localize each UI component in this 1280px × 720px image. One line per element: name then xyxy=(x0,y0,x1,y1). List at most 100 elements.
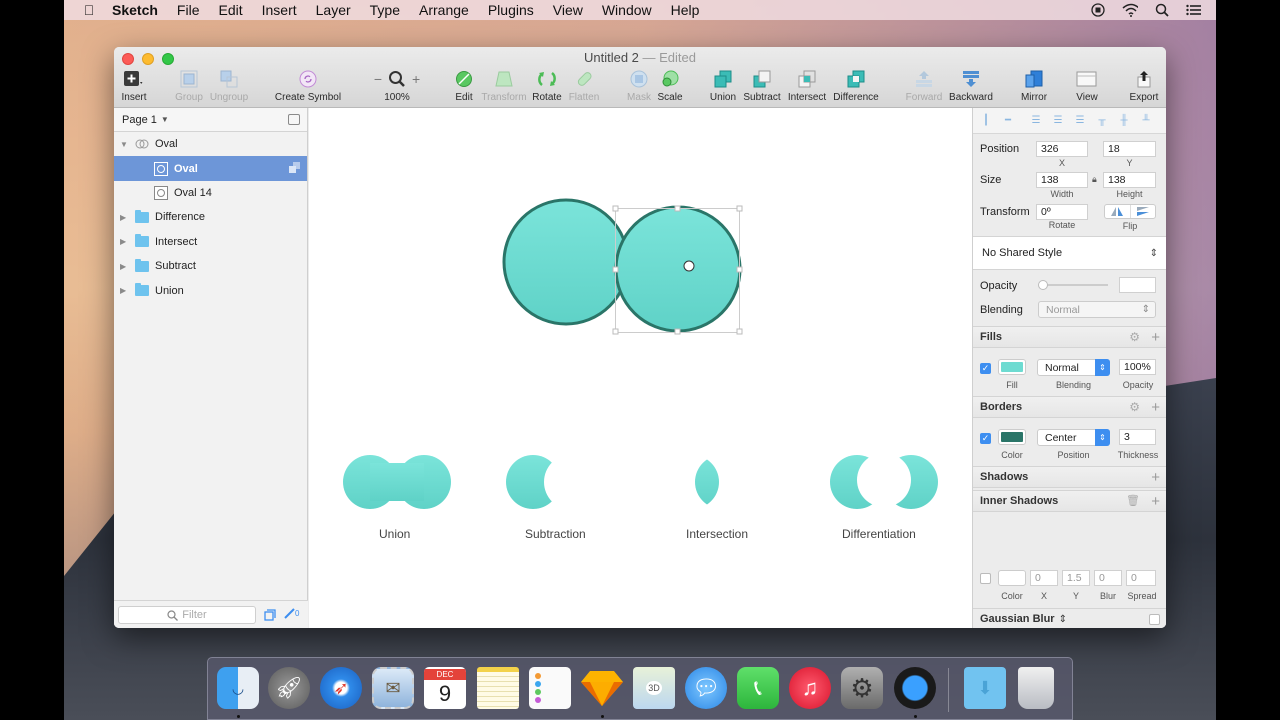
add-shadow-button[interactable]: + xyxy=(1151,469,1160,486)
fill-opacity-input[interactable]: 100% xyxy=(1119,359,1156,375)
position-x-input[interactable]: 326 xyxy=(1036,141,1088,157)
border-color-swatch[interactable] xyxy=(998,429,1026,445)
align-middle-vertical-icon[interactable]: ╫ xyxy=(1115,114,1133,128)
dock-launchpad-icon[interactable]: 🚀︎ xyxy=(268,667,310,709)
borders-settings-icon[interactable]: ⚙ xyxy=(1129,400,1140,414)
menu-window[interactable]: Window xyxy=(602,2,652,18)
zoom-out-button[interactable]: − xyxy=(374,71,382,87)
view-button[interactable]: View xyxy=(1057,69,1117,103)
dock-reminders-icon[interactable] xyxy=(529,667,571,709)
page-selector[interactable]: Page 1 ▼ xyxy=(114,108,307,132)
disclosure-collapsed-icon[interactable]: ▶ xyxy=(120,286,130,295)
align-left-icon[interactable]: ☰ xyxy=(1027,114,1045,128)
layer-item-oval-selected[interactable]: Oval xyxy=(114,156,307,181)
backward-button[interactable]: Backward xyxy=(941,69,1001,103)
record-icon[interactable] xyxy=(1090,3,1106,17)
flip-vertical-button[interactable] xyxy=(1131,205,1156,218)
opacity-slider-knob[interactable] xyxy=(1038,280,1048,290)
opacity-slider[interactable] xyxy=(1038,280,1108,290)
ungroup-button[interactable]: Ungroup xyxy=(199,69,259,103)
blur-type-stepper-icon[interactable]: ⇕ xyxy=(1059,614,1067,625)
align-bottom-icon[interactable]: ╨ xyxy=(1137,114,1155,128)
dock-mail-icon[interactable]: ✉ xyxy=(372,667,414,709)
disclosure-collapsed-icon[interactable]: ▶ xyxy=(120,237,130,246)
fill-enabled-checkbox[interactable]: ✓ xyxy=(980,363,991,374)
canvas[interactable]: Union Subtraction Intersection Different… xyxy=(309,108,972,628)
disclosure-collapsed-icon[interactable]: ▶ xyxy=(120,213,130,222)
rotate-input[interactable]: 0º xyxy=(1036,204,1088,220)
border-position-select[interactable]: Center ⇕ xyxy=(1037,429,1110,446)
border-thickness-input[interactable]: 3 xyxy=(1119,429,1156,445)
align-center-horizontal-icon[interactable]: ☰ xyxy=(1049,114,1067,128)
inner-shadow-y-input[interactable]: 1.5 xyxy=(1062,570,1090,586)
gaussian-blur-checkbox[interactable] xyxy=(1149,614,1160,625)
menu-arrange[interactable]: Arrange xyxy=(419,2,469,18)
flip-horizontal-button[interactable] xyxy=(1105,205,1131,218)
wifi-icon[interactable] xyxy=(1122,3,1138,17)
delete-inner-shadow-icon[interactable]: 🗑︎ xyxy=(1126,494,1140,507)
page-list-toggle-icon[interactable] xyxy=(288,114,300,125)
dock-downloads-folder-icon[interactable]: ⬇ xyxy=(964,667,1006,709)
dock-finder-icon[interactable]: ◡ xyxy=(217,667,259,709)
spotlight-search-icon[interactable] xyxy=(1154,3,1170,17)
menu-type[interactable]: Type xyxy=(370,2,400,18)
fill-blending-select[interactable]: Normal ⇕ xyxy=(1037,359,1110,376)
dock-notes-icon[interactable] xyxy=(477,667,519,709)
inner-shadow-spread-input[interactable]: 0 xyxy=(1126,570,1156,586)
dock-system-preferences-icon[interactable]: ⚙ xyxy=(841,667,883,709)
insert-button[interactable]: Insert xyxy=(114,69,164,103)
fill-color-swatch[interactable] xyxy=(998,359,1026,375)
apple-menu-icon[interactable]:  xyxy=(82,2,96,18)
boolean-operation-icon[interactable] xyxy=(289,162,300,174)
menu-layer[interactable]: Layer xyxy=(316,2,351,18)
difference-button[interactable]: Difference xyxy=(826,69,886,103)
dock-quicktime-icon[interactable] xyxy=(894,667,936,709)
scale-button[interactable]: Scale xyxy=(640,69,700,103)
dock-itunes-icon[interactable]: ♫ xyxy=(789,667,831,709)
shared-style-select[interactable]: No Shared Style ⇕ xyxy=(973,236,1166,270)
disclosure-expanded-icon[interactable]: ▼ xyxy=(120,140,130,149)
border-enabled-checkbox[interactable]: ✓ xyxy=(980,433,991,444)
layer-item-union[interactable]: ▶ Union xyxy=(114,278,307,302)
menu-app-sketch[interactable]: Sketch xyxy=(112,2,158,18)
export-button[interactable]: Export xyxy=(1114,69,1166,103)
gaussian-blur-section[interactable]: Gaussian Blur ⇕ xyxy=(973,608,1166,628)
layer-item-difference[interactable]: ▶ Difference xyxy=(114,205,307,229)
dock-facetime-icon[interactable]: 📞︎ xyxy=(737,667,779,709)
position-y-input[interactable]: 18 xyxy=(1103,141,1156,157)
create-symbol-button[interactable]: Create Symbol xyxy=(268,69,348,103)
dock-trash-icon[interactable] xyxy=(1018,667,1054,709)
lock-proportions-icon[interactable]: 🔒︎ xyxy=(1092,174,1097,185)
inner-shadow-color-swatch[interactable] xyxy=(998,570,1026,586)
inner-shadow-enabled-checkbox[interactable] xyxy=(980,573,991,584)
width-input[interactable]: 138 xyxy=(1036,172,1088,188)
menu-view[interactable]: View xyxy=(553,2,583,18)
edited-layers-filter[interactable]: 0 xyxy=(284,607,299,619)
inner-shadow-blur-input[interactable]: 0 xyxy=(1094,570,1122,586)
symbols-filter-icon[interactable] xyxy=(264,608,276,626)
zoom-in-button[interactable]: + xyxy=(412,71,420,87)
add-inner-shadow-button[interactable]: + xyxy=(1151,493,1160,510)
menu-insert[interactable]: Insert xyxy=(262,2,297,18)
menu-edit[interactable]: Edit xyxy=(218,2,242,18)
menu-file[interactable]: File xyxy=(177,2,200,18)
dock-sketch-icon[interactable] xyxy=(581,667,623,709)
layer-item-oval-14[interactable]: Oval 14 xyxy=(114,181,307,205)
align-top-icon[interactable]: ╥ xyxy=(1093,114,1111,128)
height-input[interactable]: 138 xyxy=(1103,172,1156,188)
notification-center-icon[interactable] xyxy=(1186,3,1202,17)
disclosure-collapsed-icon[interactable]: ▶ xyxy=(120,262,130,271)
layer-item-oval-group[interactable]: ▼ Oval xyxy=(114,132,307,156)
add-fill-button[interactable]: + xyxy=(1151,329,1160,346)
dock-maps-icon[interactable]: 3D xyxy=(633,667,675,709)
dock-calendar-icon[interactable]: DEC 9 xyxy=(424,667,466,709)
layer-item-subtract[interactable]: ▶ Subtract xyxy=(114,254,307,278)
dock-messages-icon[interactable]: 💬︎ xyxy=(685,667,727,709)
menu-help[interactable]: Help xyxy=(671,2,700,18)
mirror-button[interactable]: Mirror xyxy=(1004,69,1064,103)
layer-item-intersect[interactable]: ▶ Intersect xyxy=(114,230,307,254)
distribute-horizontal-icon[interactable]: ┃ xyxy=(977,114,995,128)
layer-blending-select[interactable]: Normal ⇕ xyxy=(1038,301,1156,318)
inner-shadow-x-input[interactable]: 0 xyxy=(1030,570,1058,586)
opacity-input[interactable] xyxy=(1119,277,1156,293)
